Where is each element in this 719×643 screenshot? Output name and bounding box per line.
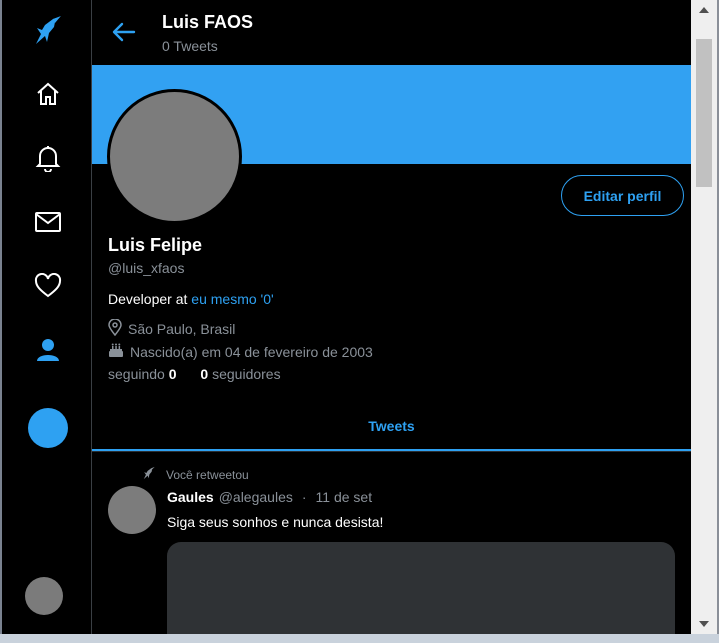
home-icon[interactable] [32, 78, 64, 110]
birthdate-text: Nascido(a) em 04 de fevereiro de 2003 [130, 343, 373, 360]
arrow-left-icon[interactable] [110, 18, 138, 46]
edit-profile-button[interactable]: Editar perfil [561, 175, 684, 216]
sidebar [2, 0, 91, 634]
retweet-indicator: Você retweetou [142, 466, 249, 483]
profile-location: São Paulo, Brasil [108, 318, 236, 339]
profile-birthdate: Nascido(a) em 04 de fevereiro de 2003 [108, 342, 373, 361]
window-frame-bottom [0, 634, 719, 643]
profile-icon[interactable] [32, 334, 64, 366]
heart-icon[interactable] [32, 270, 64, 302]
bio-link[interactable]: eu mesmo '0' [191, 291, 273, 307]
profile-bio: Developer at eu mesmo '0' [108, 291, 274, 307]
tweet-media[interactable] [167, 542, 675, 634]
following-link[interactable]: seguindo 0 [108, 366, 177, 382]
tweet-date[interactable]: 11 de set [316, 489, 373, 505]
profile-header: Luis FAOS 0 Tweets [92, 0, 691, 64]
account-avatar[interactable] [25, 577, 63, 615]
tweet-header: Gaules @alegaules · 11 de set [167, 489, 372, 505]
tweet-author-handle[interactable]: @alegaules [219, 489, 293, 505]
bird-icon[interactable] [32, 14, 64, 46]
follow-stats: seguindo 0 0 seguidores [108, 366, 281, 382]
scroll-down-arrow-icon[interactable] [691, 614, 717, 634]
followers-label: seguidores [212, 366, 281, 382]
divider [92, 451, 691, 452]
compose-tweet-button[interactable] [28, 408, 68, 448]
scroll-up-arrow-icon[interactable] [691, 0, 717, 20]
following-label: seguindo [108, 366, 165, 382]
tab-tweets[interactable]: Tweets [92, 400, 691, 451]
mail-icon[interactable] [32, 206, 64, 238]
scroll-thumb[interactable] [696, 39, 712, 187]
retweet-icon [142, 466, 156, 483]
profile-avatar[interactable] [107, 89, 242, 224]
followers-link[interactable]: 0 seguidores [200, 366, 280, 382]
tweet-author-name[interactable]: Gaules [167, 489, 214, 505]
tweet-count: 0 Tweets [162, 38, 218, 54]
location-icon [108, 318, 122, 339]
location-text: São Paulo, Brasil [128, 321, 236, 337]
scrollbar[interactable] [691, 0, 717, 634]
following-count: 0 [168, 366, 177, 382]
profile-handle: @luis_xfaos [108, 260, 185, 276]
tweet-separator: · [301, 489, 307, 505]
tweet-text: Siga seus sonhos e nunca desista! [167, 514, 384, 530]
profile-name: Luis Felipe [108, 235, 203, 255]
bio-text: Developer at [108, 291, 192, 307]
cake-icon [108, 342, 124, 361]
followers-count: 0 [200, 366, 209, 382]
tweet-author-avatar[interactable] [108, 486, 156, 534]
retweet-label: Você retweetou [166, 467, 249, 482]
page-title: Luis FAOS [162, 12, 254, 32]
bell-icon[interactable] [32, 142, 64, 174]
profile-main: Luis FAOS 0 Tweets Editar perfil Luis Fe… [92, 0, 691, 634]
